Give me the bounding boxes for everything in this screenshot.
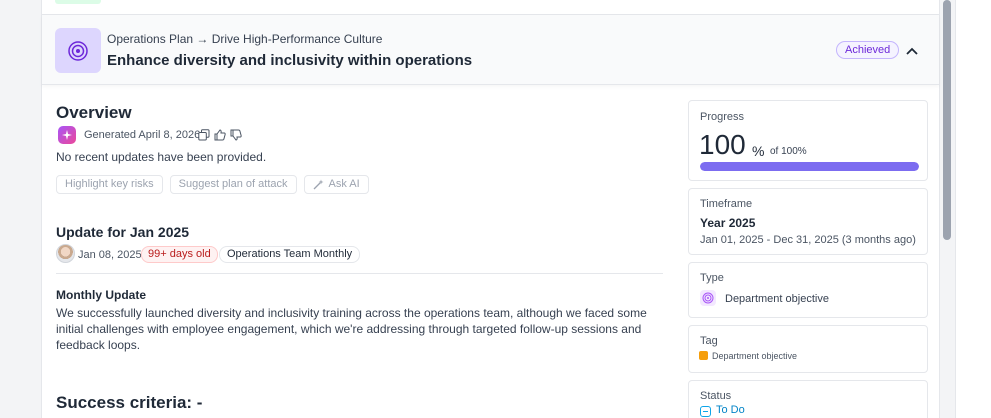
update-date: Jan 08, 2025 <box>78 249 142 261</box>
overview-empty-text: No recent updates have been provided. <box>56 150 267 164</box>
type-label: Type <box>700 272 724 284</box>
previous-item-edge <box>55 0 101 4</box>
highlight-risks-button[interactable]: Highlight key risks <box>56 175 163 194</box>
status-badge: Achieved <box>836 41 900 59</box>
thumbs-down-icon[interactable] <box>229 128 242 141</box>
success-criteria-heading: Success criteria: - <box>56 393 203 412</box>
objective-card: Operations Plan → Drive High-Performance… <box>41 0 940 418</box>
collapse-button[interactable] <box>904 43 920 59</box>
breadcrumb[interactable]: Operations Plan → Drive High-Performance… <box>107 32 382 46</box>
tag-color-swatch <box>699 351 708 360</box>
tag-value: Department objective <box>712 351 798 361</box>
todo-status-icon <box>700 406 711 417</box>
magic-wand-icon <box>313 179 323 190</box>
status-card[interactable]: Status To Do <box>688 380 928 418</box>
progress-unit: % <box>752 143 765 159</box>
avatar[interactable] <box>56 244 75 263</box>
scrollbar-thumb[interactable] <box>943 0 951 240</box>
target-icon <box>55 28 101 73</box>
ask-ai-button[interactable]: Ask AI <box>303 175 369 194</box>
status-value: To Do <box>716 404 745 416</box>
team-badge[interactable]: Operations Team Monthly <box>219 246 361 263</box>
objective-title: Enhance diversity and inclusivity within… <box>107 52 473 69</box>
generated-date: Generated April 8, 2026 <box>84 129 201 141</box>
timeframe-label: Timeframe <box>700 198 753 210</box>
divider <box>56 273 663 274</box>
target-icon <box>700 290 716 306</box>
tag-label: Tag <box>700 335 718 347</box>
ai-action-chips: Highlight key risks Suggest plan of atta… <box>56 175 369 194</box>
progress-label: Progress <box>700 111 745 123</box>
type-card[interactable]: Type Department objective <box>688 262 928 318</box>
progress-bar-fill <box>700 162 919 171</box>
progress-bar <box>700 162 919 171</box>
timeframe-card[interactable]: Timeframe Year 2025 Jan 01, 2025 - Dec 3… <box>688 188 928 255</box>
progress-card: Progress 100 % of 100% <box>688 100 928 181</box>
timeframe-range: Jan 01, 2025 - Dec 31, 2025 (3 months ag… <box>700 234 916 246</box>
tag-card[interactable]: Tag <box>688 325 928 373</box>
right-panel-edge <box>955 0 991 418</box>
thumbs-up-icon[interactable] <box>213 128 226 141</box>
age-badge: 99+ days old <box>141 246 218 263</box>
overview-heading: Overview <box>56 103 132 122</box>
progress-value: 100 <box>699 129 746 160</box>
feedback-actions <box>197 128 242 141</box>
update-section-label: Monthly Update <box>56 288 146 302</box>
copy-icon[interactable] <box>197 128 210 141</box>
objective-header[interactable]: Operations Plan → Drive High-Performance… <box>42 15 939 85</box>
type-value: Department objective <box>725 293 829 305</box>
chevron-up-icon <box>906 47 918 55</box>
suggest-plan-button[interactable]: Suggest plan of attack <box>169 175 297 194</box>
ai-sparkle-icon <box>58 126 76 144</box>
status-label: Status <box>700 390 732 402</box>
update-body: We successfully launched diversity and i… <box>56 306 647 352</box>
timeframe-value: Year 2025 <box>700 216 756 230</box>
update-heading: Update for Jan 2025 <box>56 224 190 240</box>
progress-target: of 100% <box>770 146 807 157</box>
